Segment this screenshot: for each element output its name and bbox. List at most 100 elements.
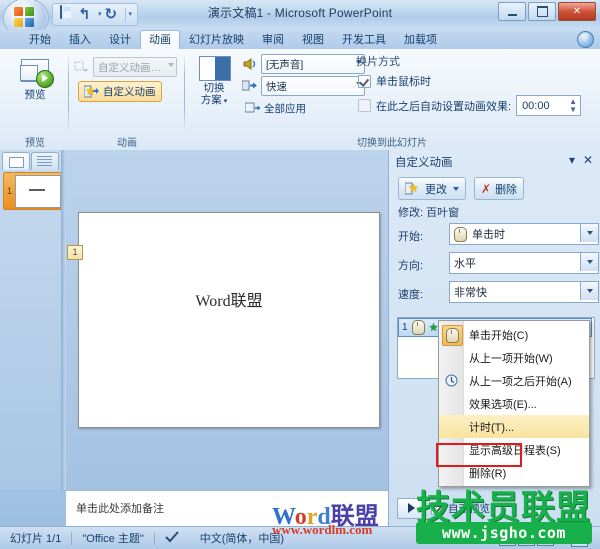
apply-to-all-label: 全部应用 (264, 103, 306, 115)
help-icon[interactable]: ? (577, 31, 594, 48)
clock-icon (442, 371, 461, 390)
mouse-click-icon (411, 320, 425, 335)
menu-item-start-after-previous[interactable]: 从上一项之后开始(A) (439, 369, 589, 392)
tab-insert[interactable]: 插入 (60, 30, 100, 49)
menu-label-timing: 计时(T)... (469, 421, 515, 434)
advance-on-click-label: 单击鼠标时 (376, 76, 431, 88)
transition-speed-value: 快速 (266, 80, 287, 93)
advance-auto-time-spinner[interactable]: 00:00 ▲ ▼ (516, 95, 582, 116)
auto-preview-checkbox[interactable] (431, 501, 444, 515)
spell-check-icon[interactable] (155, 530, 190, 546)
group-label-transition: 切换到此幻灯片 (357, 138, 427, 149)
menu-label-start-after-previous: 从上一项之后开始(A) (469, 375, 572, 388)
tab-view[interactable]: 视图 (293, 30, 333, 49)
modify-label: 修改: 百叶窗 (398, 207, 460, 219)
group-divider-2 (184, 53, 185, 132)
status-language[interactable]: 中文(简体，中国) (190, 530, 294, 546)
change-effect-label: 更改 (425, 183, 447, 196)
advance-auto-label: 在此之后自动设置动画效果: (376, 100, 512, 113)
mouse-click-icon (442, 325, 463, 346)
menu-item-start-with-previous[interactable]: 从上一项开始(W) (439, 346, 589, 369)
slides-outline-tabs (2, 152, 59, 170)
apply-all-icon (244, 102, 261, 116)
custom-animation-label: 自定义动画 (103, 86, 156, 98)
transition-sound-icon (242, 57, 258, 71)
minimize-button[interactable] (498, 2, 526, 21)
transition-speed-combo[interactable]: 快速 (261, 76, 365, 96)
menu-label-effect-options: 效果选项(E)... (469, 398, 537, 411)
transition-sound-value: [无声音] (266, 58, 304, 71)
apply-to-all-button[interactable]: 全部应用 (240, 99, 311, 118)
menu-item-start-on-click[interactable]: 单击开始(C) (439, 323, 589, 346)
timing-highlight-box (436, 443, 522, 467)
direction-combo[interactable]: 水平 (449, 252, 599, 274)
tab-animations[interactable]: 动画 (140, 30, 180, 49)
pane-close-icon[interactable]: ✕ (583, 153, 593, 167)
auto-preview-row[interactable]: 自动预览 (431, 501, 490, 516)
tab-developer[interactable]: 开发工具 (333, 30, 395, 49)
slide-sorter-icon[interactable] (518, 531, 535, 546)
custom-animation-icon: ★ (83, 85, 100, 99)
slide-thumbnail-1[interactable]: 1 (3, 172, 65, 210)
slide-thumbnail-number: 1 (6, 186, 12, 196)
advance-slide-header: 换片方式 (356, 56, 400, 68)
speed-label: 速度: (398, 289, 424, 301)
notes-placeholder: 单击此处添加备注 (76, 503, 164, 515)
tab-slideshow[interactable]: 幻灯片放映 (180, 30, 253, 49)
advance-auto-row[interactable]: 在此之后自动设置动画效果: 00:00 ▲ ▼ (358, 95, 582, 116)
group-label-preview: 预览 (25, 138, 45, 149)
maximize-button[interactable] (528, 2, 556, 21)
slide-title-text[interactable]: Word联盟 (79, 287, 379, 311)
animation-order-tag[interactable]: 1 (67, 245, 83, 260)
start-combo-arrow[interactable] (580, 224, 598, 242)
advance-auto-time-value: 00:00 (522, 99, 550, 112)
slides-outline-pane: 1 (0, 150, 66, 490)
change-effect-button[interactable]: ★ 更改 (398, 177, 466, 200)
group-divider-1 (68, 53, 69, 132)
status-slide-counter: 幻灯片 1/1 (10, 533, 62, 545)
direction-label: 方向: (398, 260, 424, 272)
menu-item-timing[interactable]: 计时(T)... (439, 415, 589, 438)
change-effect-icon: ★ (404, 182, 421, 196)
status-theme[interactable]: "Office 主题" (72, 530, 153, 546)
normal-view-icon[interactable] (499, 531, 516, 546)
tab-start[interactable]: 开始 (20, 30, 60, 49)
animate-combo-value: 自定义动画… (98, 61, 161, 74)
start-label: 开始: (398, 231, 424, 243)
view-buttons (499, 531, 554, 546)
animate-combo[interactable]: 自定义动画… (93, 57, 177, 77)
close-button[interactable]: ✕ (558, 2, 596, 21)
menu-item-effect-options[interactable]: 效果选项(E)... (439, 392, 589, 415)
change-effect-arrow-icon[interactable] (453, 186, 459, 191)
slideshow-icon[interactable] (537, 531, 554, 546)
notes-pane[interactable]: 单击此处添加备注 (66, 490, 388, 527)
slides-tab[interactable] (2, 152, 30, 170)
preview-button[interactable]: 预览 (7, 53, 63, 102)
speed-combo[interactable]: 非常快 (449, 281, 599, 303)
pane-menu-icon[interactable]: ▾ (569, 153, 575, 167)
speed-value: 非常快 (454, 287, 487, 299)
delete-effect-button[interactable]: ✗ 删除 (474, 177, 525, 200)
advance-on-click-checkbox[interactable] (358, 74, 371, 88)
direction-combo-arrow[interactable] (580, 253, 598, 271)
delete-effect-label: 删除 (495, 183, 518, 196)
menu-label-start-on-click: 单击开始(C) (469, 329, 529, 342)
advance-on-click-row[interactable]: 单击鼠标时 (358, 73, 431, 89)
window-controls: ✕ (498, 2, 596, 21)
ribbon-tabs: 开始 插入 设计 动画 幻灯片放映 审阅 视图 开发工具 加载项 (20, 30, 446, 49)
transition-sound-combo[interactable]: [无声音] (261, 54, 365, 74)
delete-x-icon: ✗ (481, 181, 492, 196)
advance-auto-checkbox[interactable] (358, 99, 371, 112)
tab-design[interactable]: 设计 (100, 30, 140, 49)
play-button[interactable] (397, 497, 425, 519)
outline-tab[interactable] (31, 152, 59, 170)
fit-to-window-icon[interactable] (571, 530, 588, 547)
speed-combo-arrow[interactable] (580, 282, 598, 300)
start-combo[interactable]: 单击时 (449, 223, 599, 245)
slide-canvas[interactable]: 1 Word联盟 (67, 212, 380, 428)
tab-review[interactable]: 审阅 (253, 30, 293, 49)
group-label-animation: 动画 (117, 138, 137, 149)
custom-animation-button[interactable]: ★ 自定义动画 (78, 81, 162, 102)
tab-addins[interactable]: 加载项 (395, 30, 446, 49)
transition-scheme-button[interactable]: 切换 方案 ▾ (190, 51, 238, 108)
